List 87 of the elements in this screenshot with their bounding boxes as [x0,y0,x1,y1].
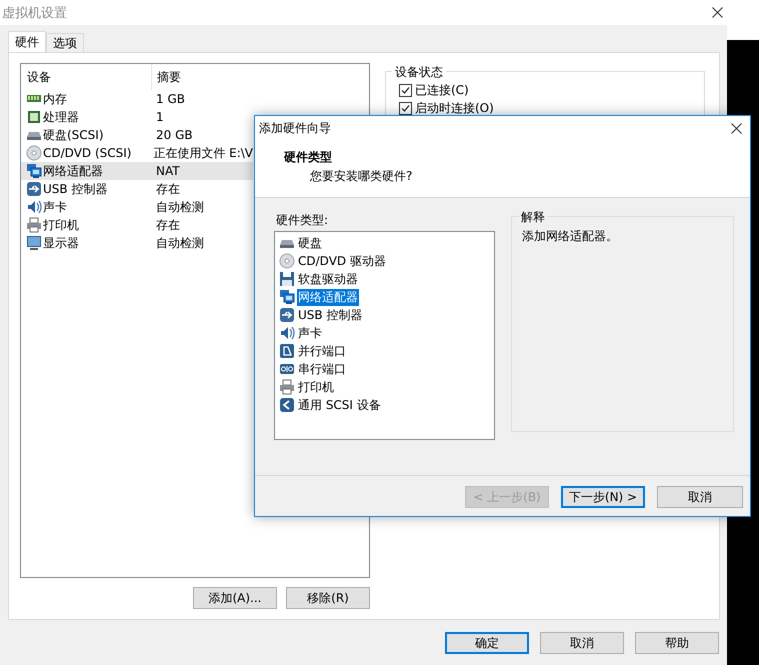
hardware-item[interactable]: 网络适配器 [279,288,494,306]
hardware-label: 软盘驱动器 [297,270,359,288]
device-row[interactable]: 网络适配器 NAT [21,162,253,180]
wizard-button[interactable]: 取消 [657,486,743,508]
checkbox[interactable] [399,84,412,96]
device-row[interactable]: USB 控制器 存在 [21,180,253,198]
device-row[interactable]: 声卡 自动检测 [21,198,253,216]
hardware-item[interactable]: CD/DVD 驱动器 [279,252,494,270]
hardware-item[interactable]: USB 控制器 [279,306,494,324]
device-name: USB 控制器 [43,180,108,198]
tab[interactable]: 硬件 [8,31,46,52]
device-summary: 自动检测 [156,236,204,250]
hardware-label: 网络适配器 [297,288,359,306]
device-row[interactable]: 打印机 存在 [21,216,253,234]
device-summary: 正在使用文件 E:\V [153,146,253,160]
device-row[interactable]: 处理器 1 [21,108,253,126]
hardware-label: 串行端口 [297,360,347,378]
page-subtitle: 您要安装哪类硬件? [309,168,412,185]
device-summary: 自动检测 [156,200,204,214]
hardware-item[interactable]: 声卡 [279,324,494,342]
page-heading: 硬件类型 [284,149,332,166]
hardware-label: 通用 SCSI 设备 [297,396,382,414]
checkbox[interactable] [399,102,412,114]
device-row[interactable]: CD/DVD (SCSI) 正在使用文件 E:\V [21,144,253,162]
device-name: 声卡 [43,198,67,216]
column-header: 摘要 [157,70,181,84]
speaker-icon [279,325,295,341]
disc-icon [26,145,42,161]
device-row[interactable]: 内存 1 GB [21,90,253,108]
close-icon[interactable] [712,7,723,18]
hardware-label: 并行端口 [297,342,347,360]
disc-icon [279,253,295,269]
hardware-item[interactable]: 硬盘 [279,234,494,252]
device-summary: 存在 [156,218,180,232]
hardware-item[interactable]: 并行端口 [279,342,494,360]
device-summary: 1 [156,110,164,124]
device-name: 打印机 [43,216,79,234]
device-name: 内存 [43,90,67,108]
hardware-label: USB 控制器 [297,306,364,324]
scsi-icon [279,397,295,413]
checkbox-label: 启动时连接(O) [415,100,494,116]
port-icon [279,343,295,359]
list-label: 硬件类型: [275,212,328,229]
serial-port-icon [279,361,295,377]
action-button[interactable]: 添加(A)... [193,587,277,609]
device-row[interactable]: 硬盘(SCSI) 20 GB [21,126,253,144]
device-summary: NAT [156,164,180,178]
group-title: 解释 [519,209,547,226]
hardware-item[interactable]: 打印机 [279,378,494,396]
group-title: 设备状态 [392,64,446,81]
device-name: CD/DVD (SCSI) [43,146,132,160]
dialog-button[interactable]: 确定 [445,632,529,654]
usb-icon [26,181,42,197]
speaker-icon [26,199,42,215]
device-row[interactable]: 显示器 自动检测 [21,234,253,252]
hardware-item[interactable]: 软盘驱动器 [279,270,494,288]
dialog-title: 添加硬件向导 [259,120,331,136]
chip-icon [26,109,42,125]
device-summary: 20 GB [156,128,193,142]
hardware-item[interactable]: 串行端口 [279,360,494,378]
device-name: 显示器 [43,234,79,252]
device-name: 网络适配器 [43,162,103,180]
tab[interactable]: 选项 [46,33,84,52]
close-icon[interactable] [731,122,742,134]
computers-icon [279,289,295,305]
computers-icon [26,163,42,179]
hardware-label: 声卡 [297,324,323,342]
hardware-item[interactable]: 通用 SCSI 设备 [279,396,494,414]
device-name: 硬盘(SCSI) [43,126,104,144]
dialog-button[interactable]: 取消 [540,632,624,654]
hardware-label: 硬盘 [297,234,323,252]
dialog-button[interactable]: 帮助 [635,632,719,654]
printer-icon [279,379,295,395]
column-header: 设备 [27,68,51,86]
window-title: 虚拟机设置 [1,4,67,22]
explanation-text: 添加网络适配器。 [522,229,618,243]
action-button[interactable]: 移除(R) [286,587,370,609]
device-summary: 存在 [156,182,180,196]
printer-icon [26,217,42,233]
monitor-icon [26,235,42,251]
usb-icon [279,307,295,323]
device-name: 处理器 [43,108,79,126]
hardware-label: 打印机 [297,378,335,396]
checkbox-label: 已连接(C) [415,82,469,98]
device-summary: 1 GB [156,92,185,106]
wizard-button[interactable]: 下一步(N) > [561,486,645,508]
hardware-label: CD/DVD 驱动器 [297,252,387,270]
